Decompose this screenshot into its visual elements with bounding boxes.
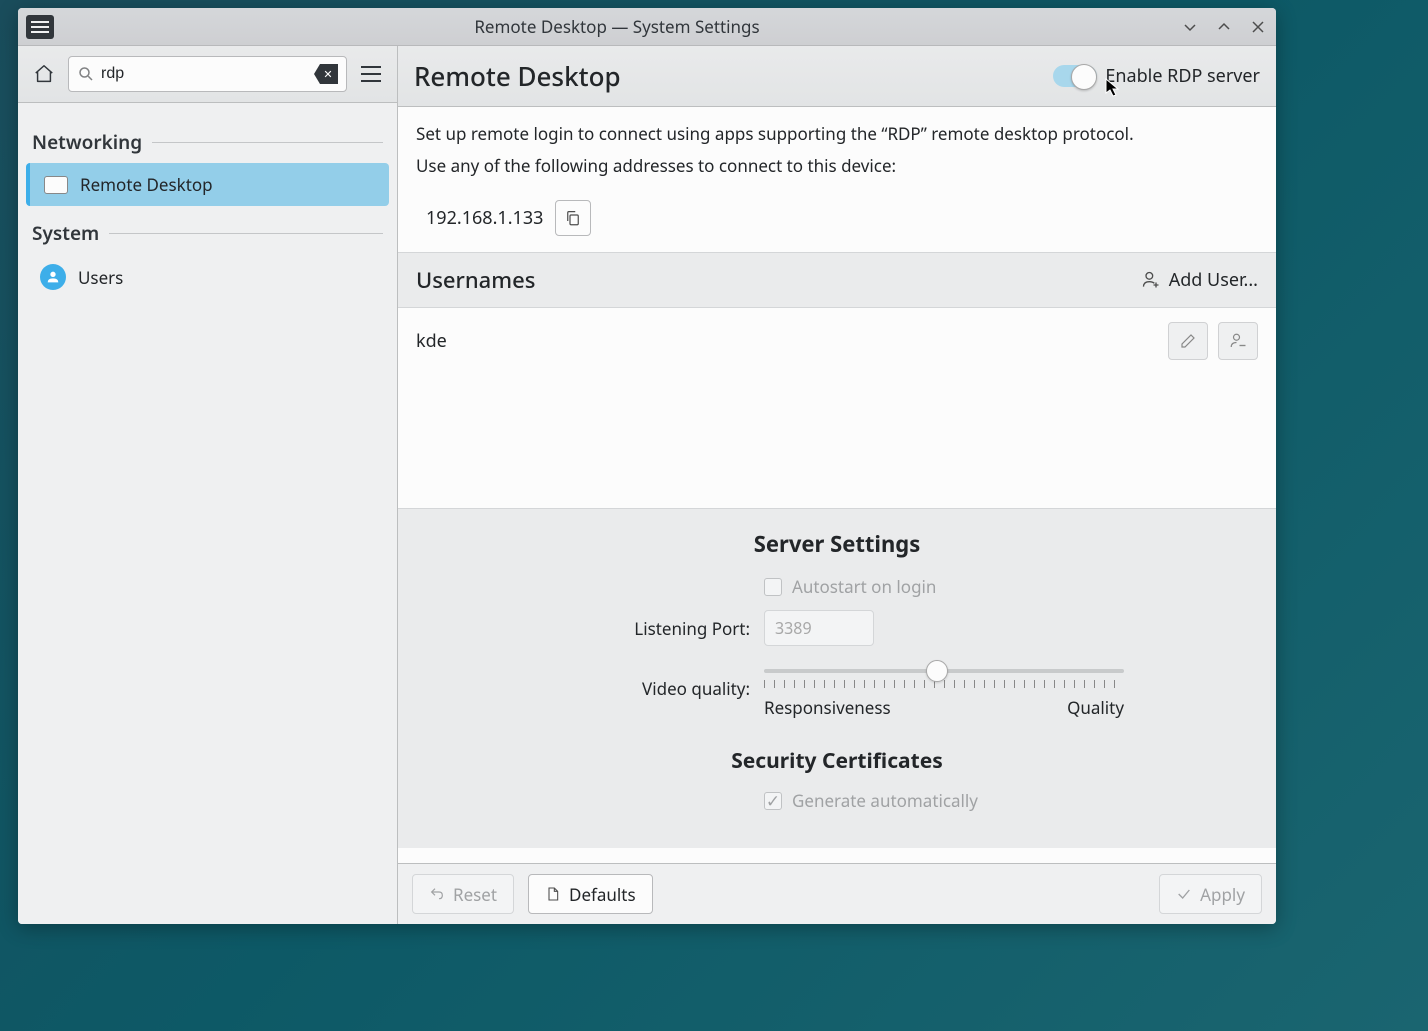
undo-icon (429, 886, 445, 902)
window-title: Remote Desktop — System Settings (54, 15, 1180, 38)
close-button[interactable] (1248, 17, 1268, 37)
section-label: Networking (32, 129, 142, 155)
intro-text-2: Use any of the following addresses to co… (416, 153, 1258, 179)
generate-auto-checkbox[interactable]: ✓ (764, 792, 782, 810)
listening-port-input[interactable]: 3389 (764, 610, 874, 646)
main-panel: Remote Desktop Enable RDP server Set up … (398, 46, 1276, 924)
section-header-networking: Networking (26, 123, 389, 161)
document-icon (545, 885, 561, 903)
autostart-label: Autostart on login (792, 575, 936, 598)
server-settings-heading: Server Settings (418, 529, 1256, 559)
reset-label: Reset (453, 883, 497, 906)
sidebar-item-users[interactable]: Users (26, 254, 389, 300)
home-button[interactable] (28, 57, 60, 91)
app-icon (26, 15, 54, 39)
maximize-button[interactable] (1214, 17, 1234, 37)
defaults-button[interactable]: Defaults (528, 874, 653, 914)
user-list: kde (398, 308, 1276, 508)
add-user-button[interactable]: Add User... (1141, 268, 1258, 292)
toggle-label: Enable RDP server (1105, 64, 1260, 88)
usernames-heading: Usernames (416, 265, 535, 295)
sidebar-item-label: Users (78, 266, 123, 289)
search-icon (77, 65, 95, 83)
video-quality-slider[interactable] (764, 658, 1124, 684)
reset-button[interactable]: Reset (412, 874, 514, 914)
autostart-checkbox[interactable] (764, 578, 782, 596)
apply-label: Apply (1200, 883, 1245, 906)
port-value: 3389 (775, 617, 812, 639)
add-user-icon (1141, 270, 1161, 290)
listening-port-label: Listening Port: (550, 617, 750, 640)
titlebar: Remote Desktop — System Settings (18, 8, 1276, 46)
video-quality-label: Video quality: (550, 677, 750, 700)
remote-desktop-icon (44, 176, 68, 194)
user-row: kde (398, 308, 1276, 374)
slider-max-label: Quality (1067, 696, 1124, 719)
search-input-wrapper[interactable]: ✕ (68, 56, 347, 92)
intro-text-1: Set up remote login to connect using app… (416, 121, 1258, 147)
sidebar: ✕ Networking Remote Desktop System (18, 46, 398, 924)
section-label: System (32, 220, 99, 246)
enable-rdp-toggle[interactable] (1053, 65, 1097, 87)
sidebar-item-label: Remote Desktop (80, 173, 213, 196)
ip-address: 192.168.1.133 (426, 206, 543, 230)
section-header-system: System (26, 214, 389, 252)
system-settings-window: Remote Desktop — System Settings (18, 8, 1276, 924)
users-icon (40, 264, 66, 290)
slider-min-label: Responsiveness (764, 696, 891, 719)
sidebar-item-remote-desktop[interactable]: Remote Desktop (26, 163, 389, 206)
check-icon (1176, 886, 1192, 902)
remove-user-button[interactable] (1218, 322, 1258, 360)
clear-search-button[interactable]: ✕ (314, 64, 338, 84)
hamburger-menu-button[interactable] (355, 57, 387, 91)
security-certificates-heading: Security Certificates (418, 747, 1256, 775)
minimize-button[interactable] (1180, 17, 1200, 37)
slider-thumb[interactable] (926, 660, 948, 682)
copy-address-button[interactable] (555, 200, 591, 236)
username: kde (416, 329, 447, 353)
page-title: Remote Desktop (414, 58, 621, 94)
edit-user-button[interactable] (1168, 322, 1208, 360)
add-user-label: Add User... (1169, 268, 1258, 292)
apply-button[interactable]: Apply (1159, 874, 1262, 914)
footer-bar: Reset Defaults Apply (398, 863, 1276, 924)
defaults-label: Defaults (569, 883, 636, 906)
search-input[interactable] (101, 65, 308, 83)
generate-auto-label: Generate automatically (792, 789, 978, 812)
